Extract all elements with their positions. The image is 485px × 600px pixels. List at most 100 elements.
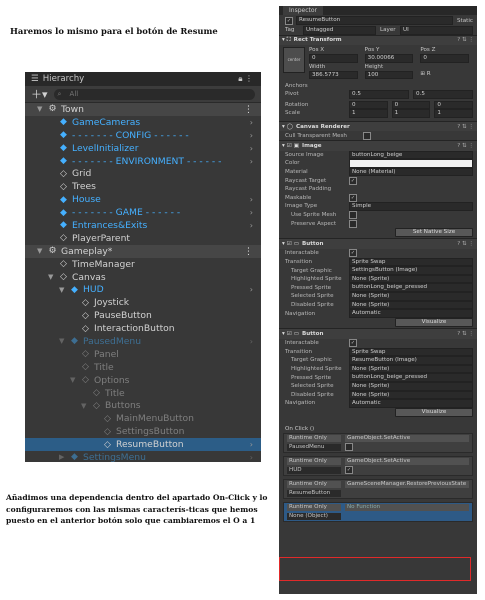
selected-field[interactable]: None (Sprite) <box>349 381 473 391</box>
target-object-field[interactable]: HUD <box>287 466 341 474</box>
preserve-checkbox[interactable] <box>349 219 357 228</box>
image-header[interactable]: ▾ ☑ ▣ Image ? ⇅ ⋮ <box>279 139 477 151</box>
hierarchy-scene-row[interactable]: ▼ ⚙ Gameplay* ⋮ <box>25 244 261 258</box>
visualize-button[interactable]: Visualize <box>395 407 473 417</box>
function-dropdown[interactable]: GameObject.SetActive <box>345 457 469 465</box>
open-prefab-icon[interactable]: › <box>250 440 253 449</box>
runtime-mode-dropdown[interactable]: Runtime Only <box>287 480 341 488</box>
image-type-dropdown[interactable]: Simple <box>349 202 473 211</box>
raypad-label[interactable]: Raycast Padding <box>285 186 349 192</box>
layer-dropdown[interactable]: UI <box>400 26 473 35</box>
rotation-x[interactable]: 0 <box>349 100 388 110</box>
function-dropdown[interactable]: No Function <box>345 503 469 511</box>
expand-arrow-icon[interactable]: ▼ <box>59 286 64 294</box>
open-prefab-icon[interactable]: › <box>250 118 253 127</box>
pivot-x-field[interactable]: 0.5 <box>349 89 409 99</box>
expand-arrow-icon[interactable]: ▼ <box>81 402 86 410</box>
target-object-field[interactable]: ResumeButton <box>287 489 341 497</box>
disabled-field[interactable]: None (Sprite) <box>349 300 473 310</box>
open-prefab-icon[interactable]: › <box>250 453 253 462</box>
component-menu-icon[interactable]: ? ⇅ ⋮ <box>457 241 474 247</box>
posz-field[interactable]: 0 <box>420 54 469 63</box>
expand-arrow-icon[interactable]: ▼ <box>37 247 42 255</box>
runtime-mode-dropdown[interactable]: Runtime Only <box>287 503 341 511</box>
scale-z[interactable]: 1 <box>434 109 474 118</box>
transition-dropdown[interactable]: Sprite Swap <box>349 257 473 267</box>
expand-arrow-icon[interactable]: ▼ <box>59 337 64 345</box>
posx-field[interactable]: 0 <box>309 54 358 63</box>
rotation-z[interactable]: 0 <box>434 100 474 110</box>
hierarchy-row[interactable]: ◇ PauseButton <box>25 309 261 322</box>
hierarchy-row[interactable]: ▼ ◆ HUD › <box>25 283 261 296</box>
hierarchy-row[interactable]: ◇ InteractionButton <box>25 322 261 335</box>
pressed-field[interactable]: buttonLong_beige_pressed <box>349 373 473 382</box>
component-menu-icon[interactable]: ? ⇅ ⋮ <box>457 143 474 149</box>
usesprite-checkbox[interactable] <box>349 210 357 219</box>
source-image-field[interactable]: buttonLong_beige <box>349 150 473 160</box>
rotation-y[interactable]: 0 <box>391 100 431 110</box>
expand-arrow-icon[interactable]: ▶ <box>59 453 64 461</box>
component-menu-icon[interactable]: ? ⇅ ⋮ <box>457 331 474 337</box>
bool-param-checkbox[interactable]: ✓ <box>345 466 353 475</box>
scale-y[interactable]: 1 <box>391 109 431 118</box>
hierarchy-row[interactable]: ◇ Trees <box>25 180 261 193</box>
maskable-checkbox[interactable]: ✓ <box>349 193 357 202</box>
hierarchy-scene-row[interactable]: ▼ ⚙ Town ⋮ <box>25 103 261 116</box>
target-object-field[interactable]: PausedMenu <box>287 443 341 451</box>
hierarchy-row[interactable]: ◇ PlayerParent <box>25 232 261 245</box>
onclick-event[interactable]: Runtime Only GameObject.SetActive PausedMe… <box>283 432 473 453</box>
scene-menu-icon[interactable]: ⋮ <box>244 104 253 115</box>
bool-param-checkbox[interactable] <box>345 443 353 452</box>
material-field[interactable]: None (Material) <box>349 167 473 177</box>
lock-icon[interactable]: 🔒︎ ⋮ <box>238 74 253 84</box>
component-menu-icon[interactable]: ? ⇅ ⋮ <box>457 37 474 43</box>
hierarchy-row[interactable]: ◆ - - - - - - - ENVIRONMENT - - - - - - › <box>25 155 261 168</box>
visualize-button[interactable]: Visualize <box>395 317 473 327</box>
pressed-field[interactable]: buttonLong_beige_pressed <box>349 283 473 293</box>
open-prefab-icon[interactable]: › <box>250 221 253 230</box>
hierarchy-row[interactable]: ◆ House › <box>25 193 261 206</box>
interactable-checkbox[interactable]: ✓ <box>349 339 357 348</box>
highlighted-field[interactable]: None (Sprite) <box>349 364 473 374</box>
scene-menu-icon[interactable]: ⋮ <box>244 246 253 257</box>
target-object-field[interactable]: None (Object) <box>287 512 341 520</box>
inspector-tab[interactable]: Inspector <box>283 6 323 15</box>
onclick-event[interactable]: Runtime Only GameObject.SetActive HUD ✓ <box>283 455 473 476</box>
button1-header[interactable]: ▾ ☑ ▭ Button ? ⇅ ⋮ <box>279 238 477 250</box>
hierarchy-tab[interactable]: ☰ Hierarchy 🔒︎ ⋮ <box>25 72 261 86</box>
anchor-preset-icon[interactable]: center <box>283 47 305 74</box>
component-menu-icon[interactable]: ? ⇅ ⋮ <box>457 124 474 130</box>
hierarchy-row[interactable]: ◇ SettingsButton <box>25 425 261 438</box>
raycast-checkbox[interactable]: ✓ <box>349 176 357 185</box>
onclick-event[interactable]: Runtime Only No Function None (Object) <box>283 501 473 522</box>
selected-field[interactable]: None (Sprite) <box>349 292 473 301</box>
hierarchy-row[interactable]: ◆ LevelInitializer › <box>25 142 261 155</box>
search-input[interactable]: ⌕ All <box>53 88 255 100</box>
width-field[interactable]: 386.5773 <box>309 70 358 80</box>
highlighted-field[interactable]: None (Sprite) <box>349 274 473 284</box>
scale-x[interactable]: 1 <box>349 109 388 118</box>
open-prefab-icon[interactable]: › <box>250 144 253 153</box>
function-dropdown[interactable]: GameSceneManager.RestorePreviousState <box>345 480 469 488</box>
open-prefab-icon[interactable]: › <box>250 157 253 166</box>
hierarchy-row[interactable]: ◆ - - - - - - - GAME - - - - - - › <box>25 206 261 219</box>
object-name-field[interactable]: ResumeButton <box>296 16 453 25</box>
hierarchy-row[interactable]: ◇ ResumeButton › <box>25 438 261 452</box>
tag-dropdown[interactable]: Untagged <box>303 26 376 35</box>
hierarchy-row[interactable]: ◇ Title <box>25 361 261 374</box>
hierarchy-row[interactable]: ◆ GameCameras › <box>25 116 261 129</box>
open-prefab-icon[interactable]: › <box>250 285 253 294</box>
hierarchy-row[interactable]: ◇ Grid <box>25 167 261 180</box>
onclick-event[interactable]: Runtime Only GameSceneManager.RestorePrev… <box>283 478 473 499</box>
hierarchy-row[interactable]: ◇ MainMenuButton <box>25 412 261 425</box>
hierarchy-row[interactable]: ◇ Joystick <box>25 296 261 309</box>
hierarchy-row[interactable]: ◇ Panel <box>25 348 261 361</box>
hierarchy-row[interactable]: ▼ ◇ Canvas <box>25 271 261 284</box>
navigation-dropdown[interactable]: Automatic <box>349 309 473 318</box>
open-prefab-icon[interactable]: › <box>250 208 253 217</box>
rect-transform-header[interactable]: ▾ ⛶ Rect Transform ? ⇅ ⋮ <box>279 34 477 46</box>
hierarchy-row[interactable]: ▼ ◇ Options <box>25 374 261 387</box>
hierarchy-row[interactable]: ◆ Entrances&Exits › <box>25 219 261 232</box>
expand-arrow-icon[interactable]: ▼ <box>48 273 53 281</box>
navigation-dropdown[interactable]: Automatic <box>349 399 473 408</box>
